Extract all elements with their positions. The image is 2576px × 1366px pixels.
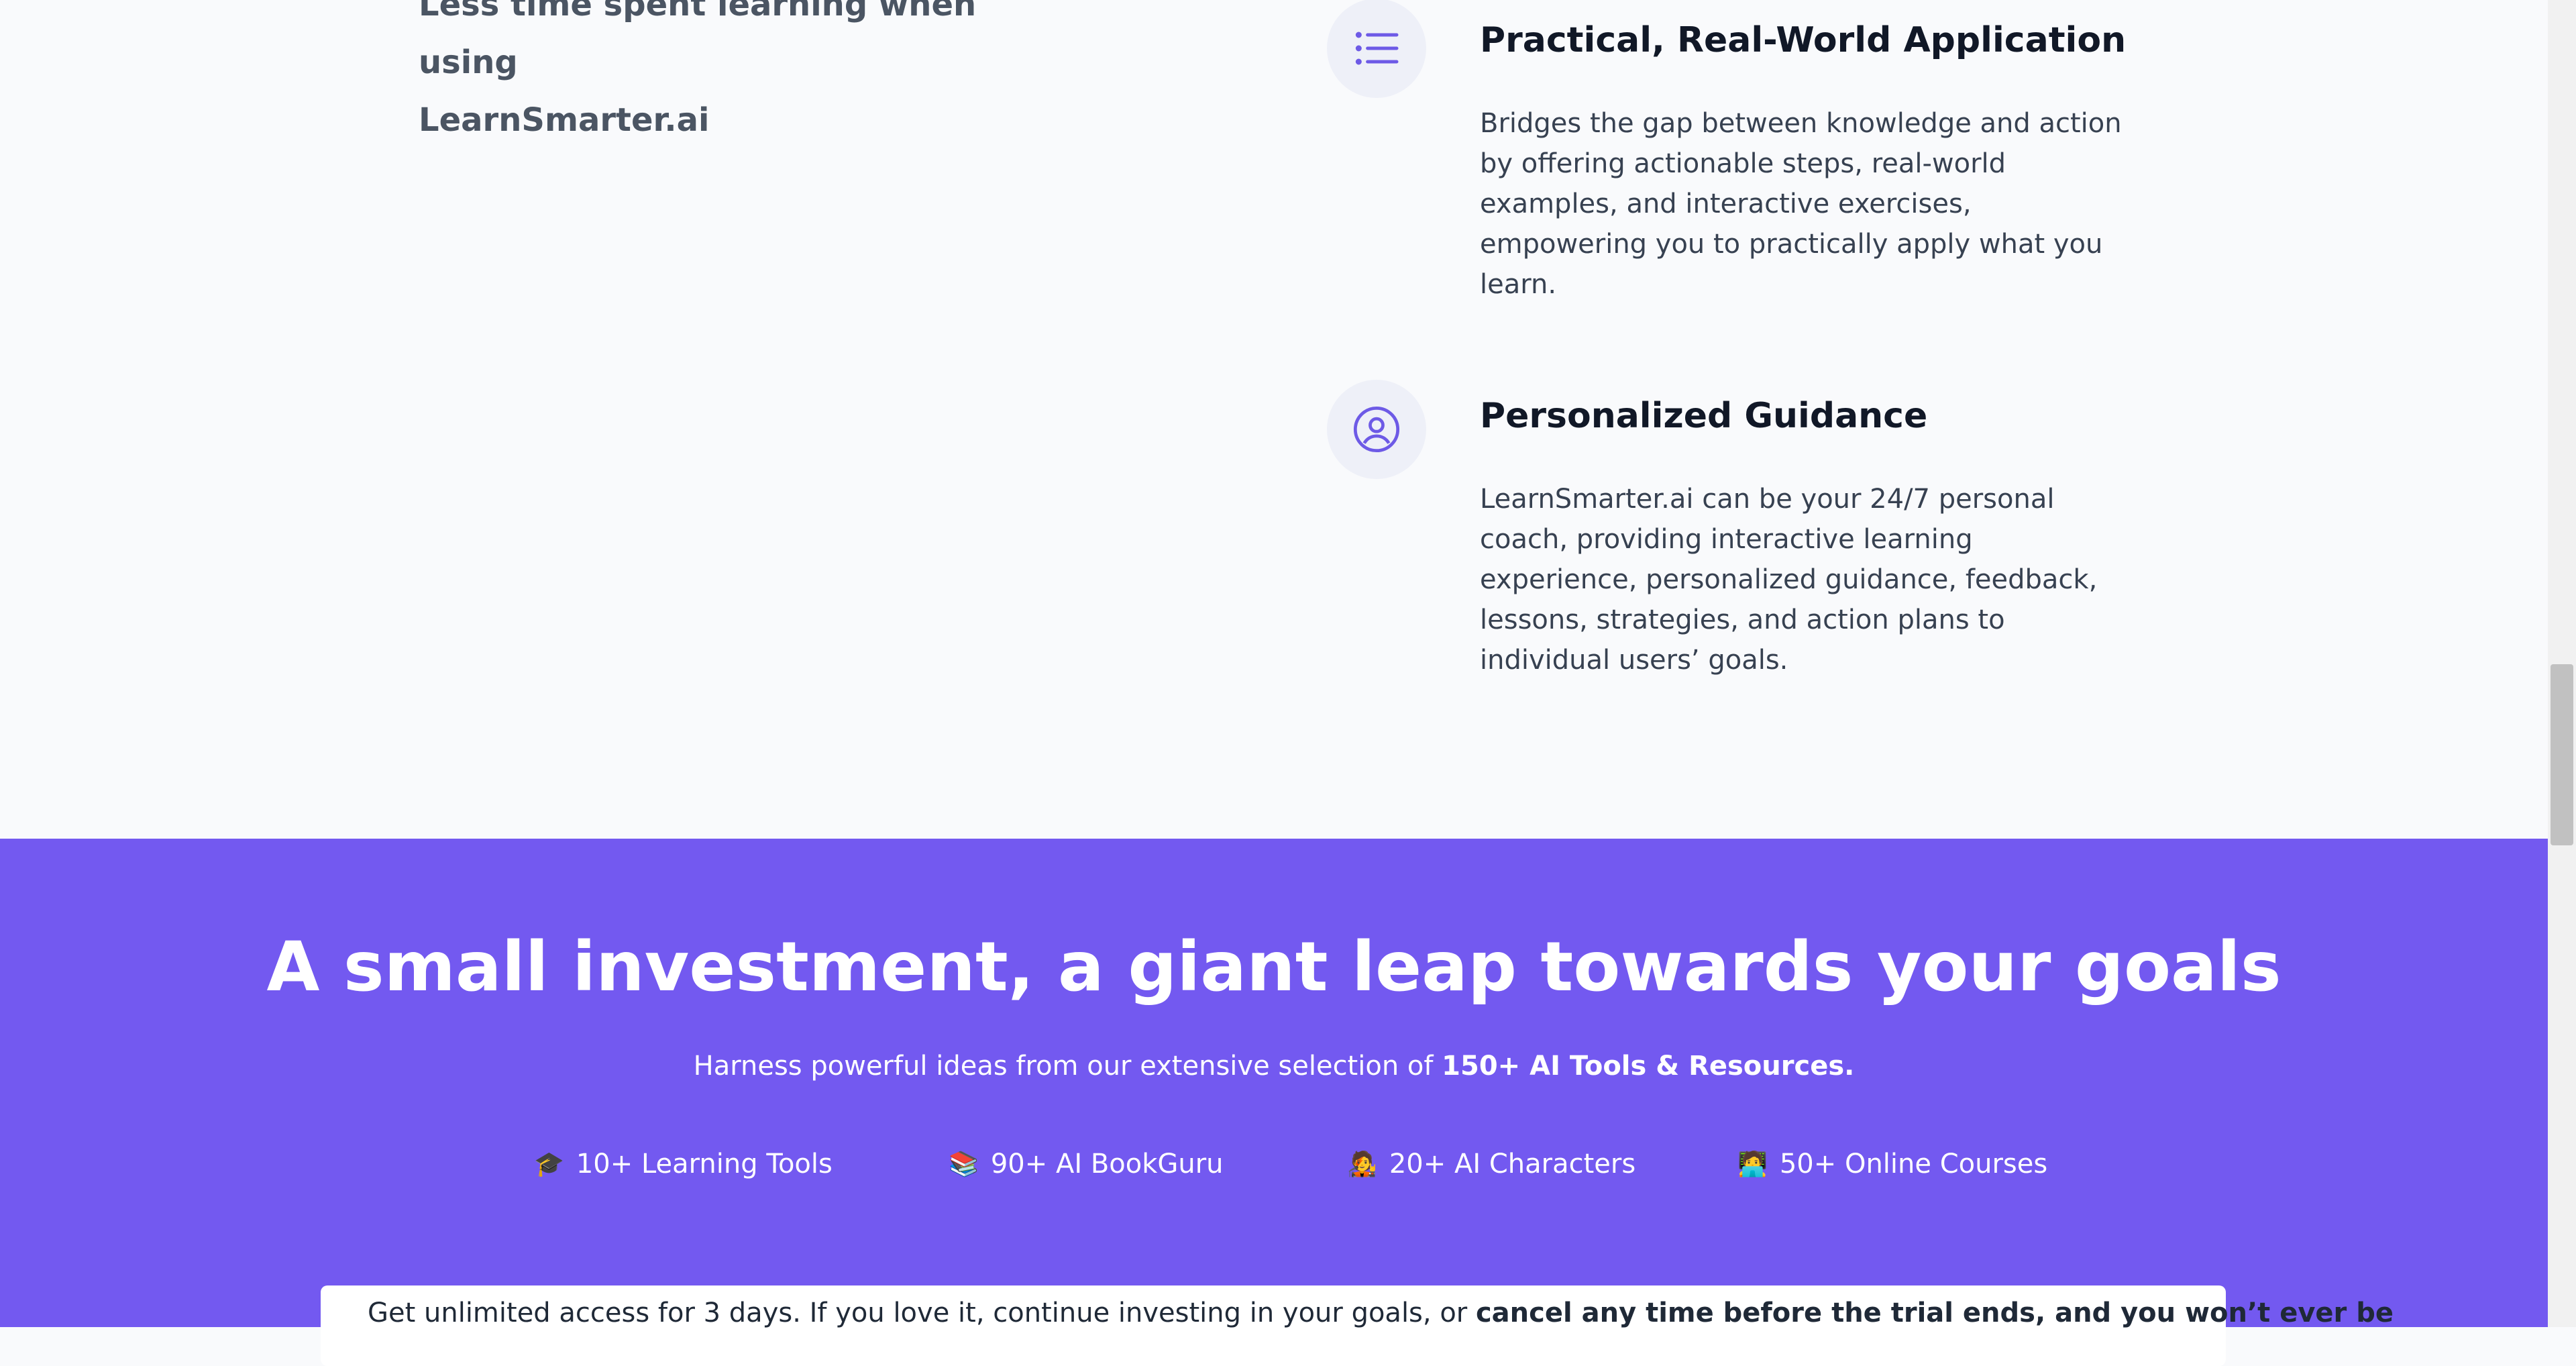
savings-line-2: LearnSmarter.ai [419,101,710,139]
stat-label: 20+ AI Characters [1389,1149,1636,1179]
stat-label: 90+ AI BookGuru [990,1149,1224,1179]
books-icon: 📚 [949,1151,979,1178]
feature-title: Practical, Real-World Application [1480,20,2127,60]
character-icon: 🧑‍🎤 [1347,1151,1377,1178]
desc-line: coach, providing interactive learning [1480,524,1973,555]
trial-notice-card: Get unlimited access for 3 days. If you … [321,1285,2394,1366]
stat-online-courses: 🧑‍💻 50+ Online Courses [1737,1149,2047,1179]
list-icon [1327,0,1426,98]
desc-line: lessons, strategies, and action plans to [1480,605,2005,635]
desc-line: experience, personalized guidance, feedb… [1480,564,2098,595]
desc-line: LearnSmarter.ai can be your 24/7 persona… [1480,484,2055,515]
subline-highlight: 150+ AI Tools & Resources. [1442,1051,1855,1082]
stat-label: 10+ Learning Tools [576,1149,833,1179]
stat-learning-tools: 🎓 10+ Learning Tools [534,1149,833,1179]
person-laptop-icon: 🧑‍💻 [1737,1151,1768,1178]
desc-line: Bridges the gap between knowledge and ac… [1480,108,2122,139]
notice-text: Get unlimited access for 3 days. If you … [368,1298,1476,1328]
user-circle-icon [1327,380,1426,479]
notice-highlight: cancel any time before the trial ends, a… [1475,1298,2394,1328]
stat-ai-characters: 🧑‍🎤 20+ AI Characters [1347,1149,1635,1179]
graduation-cap-icon: 🎓 [534,1151,564,1178]
feature-description: LearnSmarter.ai can be your 24/7 persona… [1480,479,2144,680]
desc-line: individual users’ goals. [1480,645,1788,676]
feature-description: Bridges the gap between knowledge and ac… [1480,103,2144,305]
trial-notice-text: Get unlimited access for 3 days. If you … [368,1298,2394,1328]
stat-bookguru: 📚 90+ AI BookGuru [949,1149,1224,1179]
desc-line: empowering you to practically apply what… [1480,229,2103,260]
feature-title: Personalized Guidance [1480,396,1928,436]
banner-subline: Harness powerful ideas from our extensiv… [0,1051,2548,1082]
desc-line: learn. [1480,269,1557,300]
stat-label: 50+ Online Courses [1779,1149,2048,1179]
desc-line: by offering actionable steps, real-world [1480,148,2006,179]
desc-line: examples, and interactive exercises, [1480,189,1972,219]
scrollbar[interactable] [2548,0,2576,1327]
savings-statement: Less time spent learning when using Lear… [419,0,1063,149]
banner-headline: A small investment, a giant leap towards… [266,927,2282,1007]
features-section: Less time spent learning when using Lear… [0,0,2548,839]
scrollbar-thumb[interactable] [2551,664,2573,845]
pricing-banner: A small investment, a giant leap towards… [0,839,2548,1366]
savings-line-1: Less time spent learning when using [419,0,977,81]
subline-text: Harness powerful ideas from our extensiv… [693,1051,1442,1082]
